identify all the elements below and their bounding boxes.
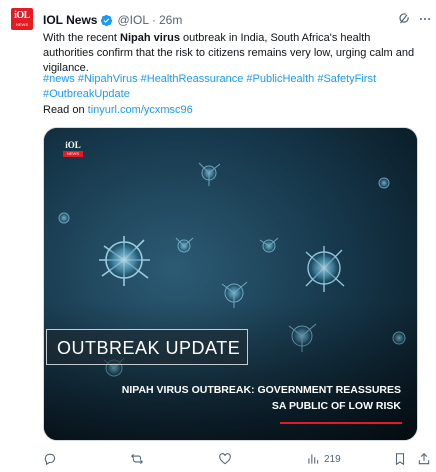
reply-icon	[44, 453, 56, 466]
tweet-text-start: With the recent	[43, 32, 121, 44]
media-headline-line-1: NIPAH VIRUS OUTBREAK: GOVERNMENT REASSUR…	[121, 384, 401, 396]
reply-button[interactable]	[43, 452, 57, 466]
views-count: 219	[324, 453, 341, 465]
read-on-label: Read on	[43, 104, 88, 116]
grok-icon[interactable]	[397, 12, 411, 26]
hashtags: #news #NipahVirus #HealthReassurance #Pu…	[43, 72, 423, 102]
outbreak-update-badge: OUTBREAK UPDATE	[46, 329, 248, 365]
bookmark-icon	[395, 453, 405, 466]
bookmark-button[interactable]	[393, 452, 407, 466]
tweet-header: IOL News @IOL · 26m	[43, 12, 182, 28]
avatar-logo-text: iOL	[14, 10, 30, 21]
views-icon	[308, 454, 319, 464]
like-button[interactable]	[218, 452, 232, 466]
tweet-text-bold: Nipah virus	[120, 32, 180, 44]
share-icon	[418, 453, 430, 465]
media-logo: iOL NEWS	[61, 140, 85, 160]
avatar-logo-sub: NEWS	[16, 22, 28, 27]
separator-dot: ·	[152, 13, 156, 27]
read-on-line: Read on tinyurl.com/ycxmsc96	[43, 103, 193, 118]
tweet-link[interactable]: tinyurl.com/ycxmsc96	[88, 104, 193, 116]
media-logo-text: iOL	[65, 140, 81, 150]
retweet-icon	[131, 453, 143, 465]
media-headline: NIPAH VIRUS OUTBREAK: GOVERNMENT REASSUR…	[101, 382, 401, 414]
more-options-icon[interactable]	[418, 12, 432, 26]
tweet-card[interactable]: iOL NEWS IOL News @IOL · 26m With the re…	[0, 0, 436, 472]
like-icon	[219, 453, 231, 465]
media-logo-sub: NEWS	[63, 151, 83, 157]
outbreak-update-text: OUTBREAK UPDATE	[57, 338, 241, 358]
views-button[interactable]: 219	[306, 452, 341, 466]
avatar[interactable]: iOL NEWS	[11, 8, 33, 30]
media-image[interactable]: iOL NEWS OUTBREAK UPDATE NIPAH VIRUS OUT…	[43, 127, 418, 441]
retweet-button[interactable]	[130, 452, 144, 466]
action-bar: 219	[43, 452, 435, 468]
author-handle[interactable]: @IOL	[117, 13, 149, 27]
author-name[interactable]: IOL News	[43, 13, 97, 27]
verified-badge-icon	[101, 14, 113, 26]
timestamp[interactable]: 26m	[159, 13, 182, 27]
hashtags-line-1[interactable]: #news #NipahVirus #HealthReassurance #Pu…	[43, 72, 423, 87]
media-headline-line-2: SA PUBLIC OF LOW RISK	[271, 400, 401, 412]
tweet-text: With the recent Nipah virus outbreak in …	[43, 31, 423, 76]
share-button[interactable]	[417, 452, 431, 466]
hashtags-line-2[interactable]: #OutbreakUpdate	[43, 87, 423, 102]
headline-underline	[280, 422, 402, 424]
